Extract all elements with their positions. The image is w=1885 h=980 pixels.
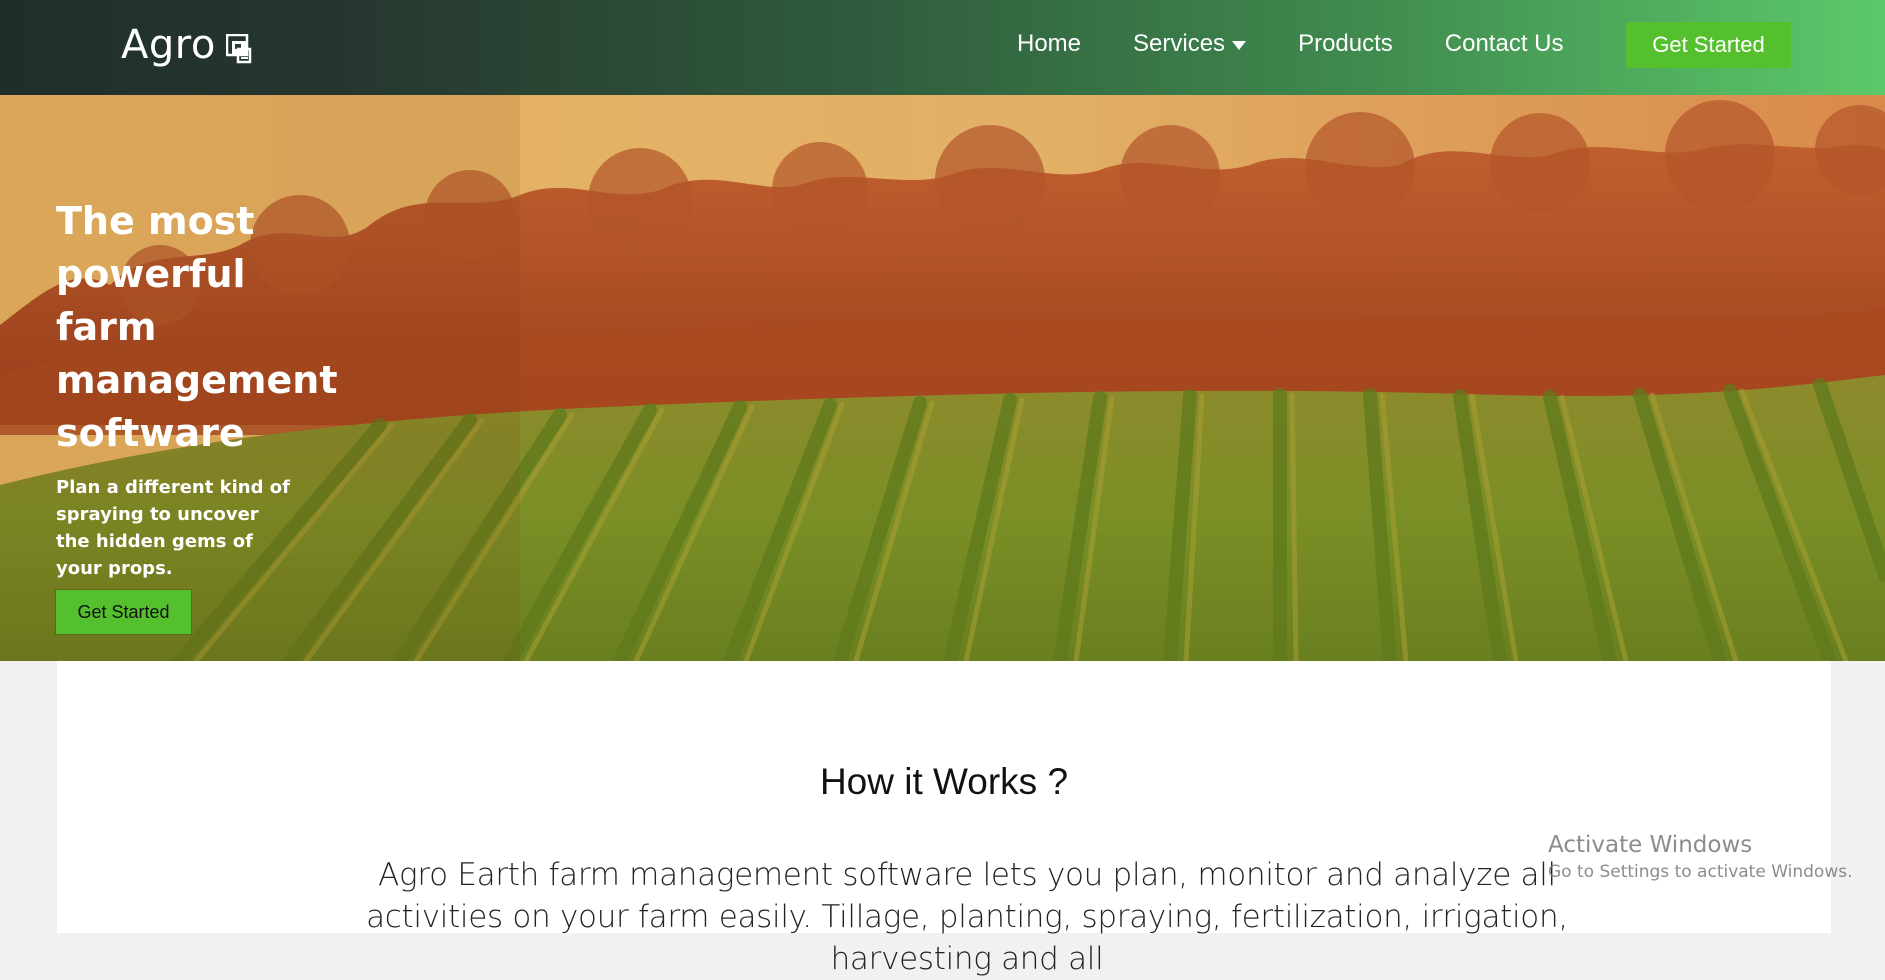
- nav-link-services-label: Services: [1133, 30, 1226, 57]
- how-it-works-description: Agro Earth farm management software lets…: [366, 857, 1568, 977]
- nav-link-products[interactable]: Products: [1298, 30, 1393, 58]
- hero-title: The most powerful farm management softwa…: [56, 199, 338, 455]
- stacked-squares-icon: [225, 34, 252, 64]
- top-navbar: Agro Home Services Products Contact Us G…: [0, 0, 1885, 95]
- nav-link-contact-us[interactable]: Contact Us: [1445, 30, 1564, 58]
- brand-logo[interactable]: Agro: [121, 22, 252, 68]
- nav-get-started-button[interactable]: Get Started: [1626, 22, 1791, 68]
- hero-get-started-button[interactable]: Get Started: [56, 590, 191, 634]
- nav-link-products-label: Products: [1298, 30, 1393, 57]
- nav-link-contact-us-label: Contact Us: [1444, 30, 1564, 57]
- nav-link-services[interactable]: Services: [1133, 30, 1247, 58]
- hero-section: The most powerful farm management softwa…: [0, 95, 1885, 661]
- brand-name: Agro: [121, 22, 216, 68]
- main-nav: Home Services Products Contact Us: [1017, 30, 1616, 58]
- nav-link-home-label: Home: [1017, 30, 1082, 57]
- caret-down-icon: [1232, 40, 1247, 50]
- hero-subtitle: Plan a different kind of spraying to unc…: [56, 477, 290, 579]
- how-it-works-section: How it Works ? Agro Earth farm managemen…: [57, 661, 1831, 977]
- hero-content: The most powerful farm management softwa…: [56, 195, 338, 634]
- how-it-works-title: How it Works ?: [819, 761, 1069, 802]
- nav-link-home[interactable]: Home: [1017, 30, 1081, 58]
